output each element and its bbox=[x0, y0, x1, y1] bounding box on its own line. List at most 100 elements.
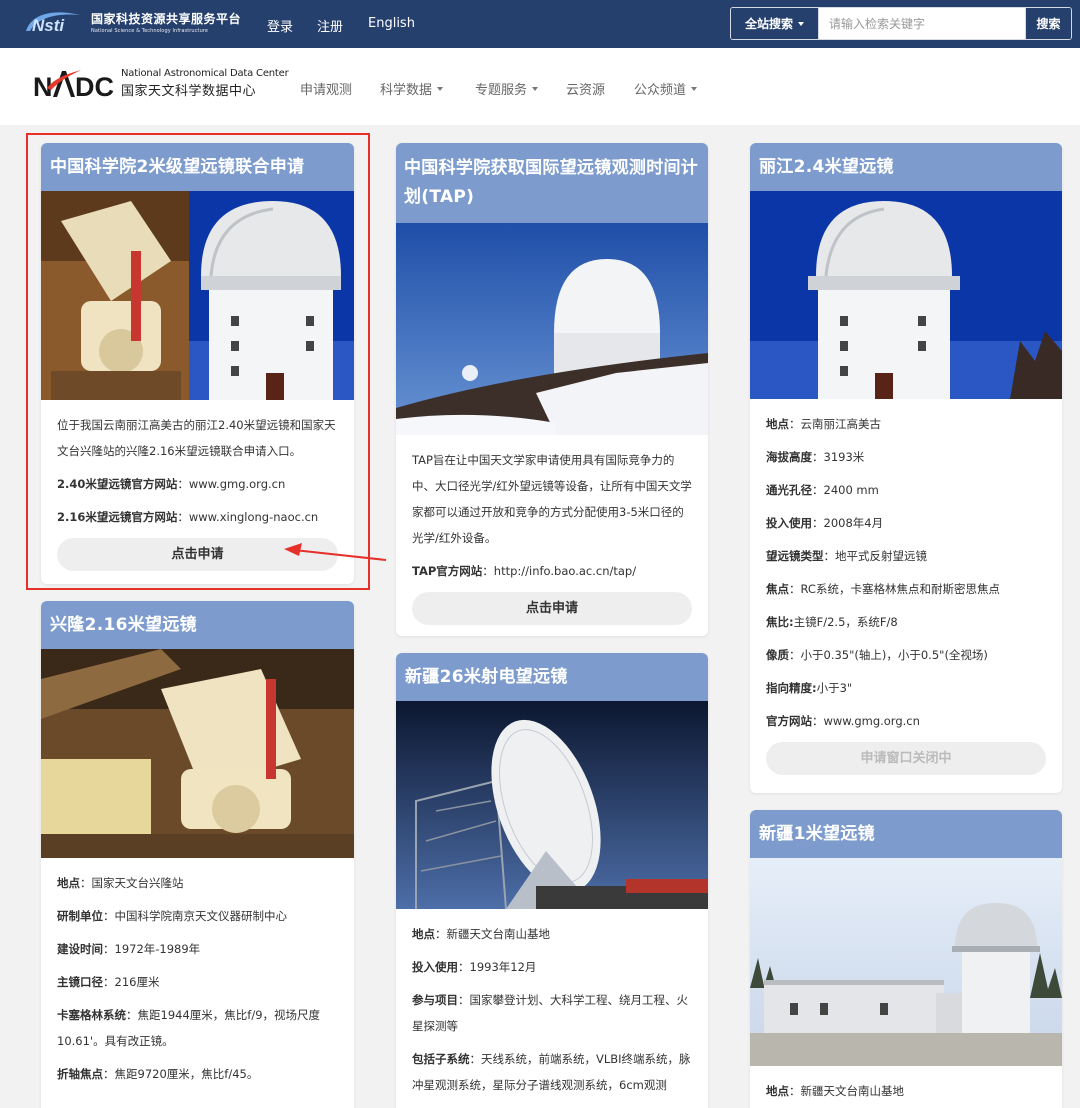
tap-telescope-image bbox=[396, 223, 708, 435]
login-link[interactable]: 登录 bbox=[267, 16, 293, 35]
info-label: 地点 bbox=[766, 417, 789, 431]
info-value: ：3193米 bbox=[812, 450, 865, 464]
search-input[interactable] bbox=[819, 8, 1025, 39]
info-line: 投入使用：2008年4月 bbox=[766, 510, 1046, 536]
lijiang-dome-image bbox=[750, 191, 1062, 399]
info-line: 焦比:主镜F/2.5，系统F/8 bbox=[766, 609, 1046, 635]
info-line: 折轴焦点：焦距9720厘米，焦比f/45。 bbox=[57, 1061, 338, 1087]
search-scope-dropdown[interactable]: 全站搜索 bbox=[731, 8, 819, 39]
website-link[interactable]: ：http://info.bao.ac.cn/tap/ bbox=[482, 564, 636, 578]
info-label: 研制单位 bbox=[57, 909, 103, 923]
nadc-title-cn: 国家天文科学数据中心 bbox=[121, 84, 257, 99]
chevron-down-icon bbox=[532, 86, 539, 91]
info-value: ：1972年-1989年 bbox=[103, 942, 201, 956]
info-label: TAP官方网站 bbox=[412, 564, 483, 578]
info-label: 折轴焦点 bbox=[57, 1067, 103, 1081]
info-line: 卡塞格林系统：焦距1944厘米，焦比f/9，视场尺度10.61'。具有改正镜。 bbox=[57, 1002, 338, 1054]
card-xinjiang-26m-radio: 新疆26米射电望远镜 地点：新疆天文台南山基地 投入使用：1993年12月 参与… bbox=[396, 653, 708, 1108]
info-line: 地点：云南丽江高美古 bbox=[766, 411, 1046, 437]
info-value: ：新疆天文台南山基地 bbox=[789, 1084, 904, 1098]
info-label: 焦点 bbox=[766, 582, 789, 596]
register-link[interactable]: 注册 bbox=[317, 16, 343, 35]
info-value: ：RC系统，卡塞格林焦点和耐斯密思焦点 bbox=[789, 582, 1000, 596]
info-value: ：216厘米 bbox=[103, 975, 160, 989]
website-link[interactable]: ：www.gmg.org.cn bbox=[812, 714, 920, 728]
info-label: 望远镜类型 bbox=[766, 549, 824, 563]
nadc-logo-icon[interactable]: N DC bbox=[33, 66, 115, 102]
xinglong-telescope-image bbox=[41, 649, 354, 858]
card-lijiang-2-4m: 丽江2.4米望远镜 地点：云南丽江高美古 海拔高度：3193米 通光孔径：240… bbox=[750, 143, 1062, 793]
info-label: 投入使用 bbox=[412, 960, 458, 974]
info-label: 像质 bbox=[766, 648, 789, 662]
card-description: TAP旨在让中国天文学家申请使用具有国际竞争力的中、大口径光学/红外望远镜等设备… bbox=[412, 453, 692, 545]
nav-item-label: 专题服务 bbox=[475, 83, 528, 98]
arrow-left-icon bbox=[284, 543, 387, 561]
chevron-down-icon bbox=[798, 21, 804, 26]
info-value: ：2400 mm bbox=[812, 483, 879, 497]
info-label: 地点 bbox=[766, 1084, 789, 1098]
card-title: 兴隆2.16米望远镜 bbox=[41, 601, 354, 649]
info-label: 建设时间 bbox=[57, 942, 103, 956]
info-line: 地点：新疆天文台南山基地 bbox=[766, 1078, 1046, 1104]
info-label: 通光孔径 bbox=[766, 483, 812, 497]
card-body: TAP旨在让中国天文学家申请使用具有国际竞争力的中、大口径光学/红外望远镜等设备… bbox=[396, 435, 708, 625]
highlight-box bbox=[26, 133, 370, 590]
nav-public-channel[interactable]: 公众频道 bbox=[634, 79, 698, 98]
chevron-down-icon bbox=[691, 86, 698, 91]
radio-telescope-image bbox=[396, 701, 708, 909]
info-value: ：2008年4月 bbox=[812, 516, 884, 530]
info-line: 指向精度:小于3" bbox=[766, 675, 1046, 701]
site-title-cn: 国家科技资源共享服务平台 bbox=[91, 12, 242, 26]
top-navbar: Nsti 国家科技资源共享服务平台 National Science & Tec… bbox=[0, 0, 1080, 48]
info-label: 海拔高度 bbox=[766, 450, 812, 464]
nav-apply-observation[interactable]: 申请观测 bbox=[300, 79, 352, 98]
nav-cloud-resources[interactable]: 云资源 bbox=[566, 79, 605, 98]
english-link[interactable]: English bbox=[368, 16, 415, 31]
search-button[interactable]: 搜索 bbox=[1025, 8, 1071, 39]
card-tap-program: 中国科学院获取国际望远镜观测时间计划(TAP) TAP旨在让中国天文学家申请使用… bbox=[396, 143, 708, 636]
info-line: 地点：国家天文台兴隆站 bbox=[57, 870, 338, 896]
apply-button[interactable]: 点击申请 bbox=[412, 592, 692, 625]
site-logo-text[interactable]: 国家科技资源共享服务平台 National Science & Technolo… bbox=[91, 10, 241, 34]
nav-science-data[interactable]: 科学数据 bbox=[380, 79, 444, 98]
card-body: 地点：云南丽江高美古 海拔高度：3193米 通光孔径：2400 mm 投入使用：… bbox=[750, 399, 1062, 775]
info-line: 地点：新疆天文台南山基地 bbox=[412, 921, 692, 947]
card-body: 地点：新疆天文台南山基地 bbox=[750, 1066, 1062, 1104]
info-line: TAP官方网站：http://info.bao.ac.cn/tap/ bbox=[412, 558, 692, 584]
nav-special-services[interactable]: 专题服务 bbox=[475, 79, 539, 98]
nadc-title-en: National Astronomical Data Center bbox=[121, 68, 289, 79]
info-line: 研制单位：中国科学院南京天文仪器研制中心 bbox=[57, 903, 338, 929]
info-label: 卡塞格林系统 bbox=[57, 1008, 126, 1022]
info-label: 地点 bbox=[412, 927, 435, 941]
info-line: 建设时间：1972年-1989年 bbox=[57, 936, 338, 962]
card-body: 地点：国家天文台兴隆站 研制单位：中国科学院南京天文仪器研制中心 建设时间：19… bbox=[41, 858, 354, 1087]
info-line: 包括子系统：天线系统，前端系统，VLBI终端系统，脉冲星观测系统，星际分子谱线观… bbox=[412, 1046, 692, 1098]
info-line: 官方网站：www.gmg.org.cn bbox=[766, 708, 1046, 734]
info-value: ：小于0.35"(轴上)，小于0.5"(全视场) bbox=[789, 648, 988, 662]
card-title: 新疆1米望远镜 bbox=[750, 810, 1062, 858]
card-title: 新疆26米射电望远镜 bbox=[396, 653, 708, 701]
global-search: 全站搜索 搜索 bbox=[730, 7, 1072, 40]
nav-item-label: 公众频道 bbox=[634, 83, 687, 98]
card-title: 丽江2.4米望远镜 bbox=[750, 143, 1062, 191]
info-label: 投入使用 bbox=[766, 516, 812, 530]
info-value: ：新疆天文台南山基地 bbox=[435, 927, 550, 941]
nav-item-label: 云资源 bbox=[566, 83, 606, 98]
card-xinjiang-1m: 新疆1米望远镜 地点：新疆天文台南山基地 bbox=[750, 810, 1062, 1108]
apply-closed-button[interactable]: 申请窗口关闭中 bbox=[766, 742, 1046, 775]
search-scope-label: 全站搜索 bbox=[744, 17, 793, 31]
nsti-logo-icon[interactable]: Nsti bbox=[24, 9, 86, 35]
info-value: ：国家天文台兴隆站 bbox=[80, 876, 184, 890]
xinjiang-1m-observatory-image bbox=[750, 858, 1062, 1066]
site-title-en: National Science & Technology Infrastruc… bbox=[91, 28, 209, 34]
info-value: ：云南丽江高美古 bbox=[789, 417, 881, 431]
info-label: 官方网站 bbox=[766, 714, 812, 728]
info-label: 焦比: bbox=[766, 615, 794, 629]
nav-item-label: 申请观测 bbox=[300, 83, 353, 98]
card-body: 地点：新疆天文台南山基地 投入使用：1993年12月 参与项目：国家攀登计划、大… bbox=[396, 909, 708, 1098]
info-value: ：地平式反射望远镜 bbox=[823, 549, 928, 563]
nadc-logo-text[interactable]: National Astronomical Data Center 国家天文科学… bbox=[121, 68, 289, 99]
info-value: ：1993年12月 bbox=[458, 960, 537, 974]
card-xinglong-2-16m: 兴隆2.16米望远镜 地点：国家天文台兴隆站 研制单位：中国科学院南京天文仪器研… bbox=[41, 601, 354, 1108]
info-line: 望远镜类型：地平式反射望远镜 bbox=[766, 543, 1046, 569]
